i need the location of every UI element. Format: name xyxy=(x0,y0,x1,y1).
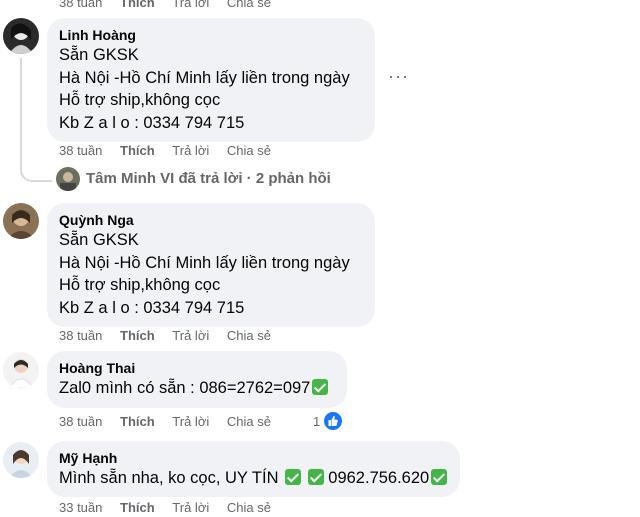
comment-text: Zal0 mình có sẵn : 086=2762=097 xyxy=(59,379,311,397)
comment-bubble: Quỳnh Nga Sẵn GKSK Hà Nội -Hồ Chí Minh l… xyxy=(47,203,375,327)
comment-bubble: Linh Hoàng Sẵn GKSK Hà Nội -Hồ Chí Minh … xyxy=(47,18,375,142)
avatar[interactable] xyxy=(3,352,39,388)
more-options-icon[interactable]: ··· xyxy=(388,66,409,87)
comment-author[interactable]: Hoàng Thai xyxy=(59,359,335,377)
comment-actions: 33 tuần Thích Trả lời Chia sẻ xyxy=(59,499,285,517)
reply-button[interactable]: Trả lời xyxy=(172,499,209,517)
comment-text-line: Sẵn GKSK xyxy=(59,231,139,249)
reaction-count[interactable]: 1 xyxy=(313,414,320,429)
avatar[interactable] xyxy=(3,203,39,239)
comment-text-line: Hỗ trợ ship,không cọc xyxy=(59,276,221,294)
thread-connector xyxy=(20,160,52,182)
like-button[interactable]: Thích xyxy=(120,0,155,12)
comment-author[interactable]: Quỳnh Nga xyxy=(59,211,363,229)
share-button[interactable]: Chia sẻ xyxy=(227,142,271,160)
check-mark-icon xyxy=(431,469,448,485)
comment-actions: 38 tuần Thích Trả lời Chia sẻ xyxy=(59,413,285,431)
avatar[interactable] xyxy=(3,442,39,478)
comment-text-line: Zal0 mình có sẵn : 086=2762=097 xyxy=(59,377,335,400)
reply-button[interactable]: Trả lời xyxy=(172,327,209,345)
comment-time[interactable]: 33 tuần xyxy=(59,499,102,517)
comment-text-line: Kb Z a l o : 0334 794 715 xyxy=(59,298,245,317)
comment-time[interactable]: 38 tuần xyxy=(59,0,102,12)
avatar[interactable] xyxy=(3,18,39,54)
reply-button[interactable]: Trả lời xyxy=(172,0,209,12)
share-button[interactable]: Chia sẻ xyxy=(227,499,271,517)
view-replies-link[interactable]: Tâm Minh VI đã trả lời · 2 phản hồi xyxy=(86,169,331,189)
check-mark-icon xyxy=(307,469,324,485)
share-button[interactable]: Chia sẻ xyxy=(227,413,271,431)
comment-text-line: Hà Nội -Hồ Chí Minh lấy liền trong ngày xyxy=(59,68,350,87)
share-button[interactable]: Chia sẻ xyxy=(227,327,271,345)
comment-actions: 38 tuần Thích Trả lời Chia sẻ xyxy=(59,327,285,345)
like-button[interactable]: Thích xyxy=(120,413,155,431)
comment-text: Mình sẵn nha, ko cọc, UY TÍN xyxy=(59,469,279,487)
comment-actions: 38 tuần Thích Trả lời Chia sẻ xyxy=(59,142,285,160)
check-mark-icon xyxy=(285,469,302,485)
comment-text-line: Sẵn GKSK xyxy=(59,46,139,64)
thread-line xyxy=(20,58,22,170)
comment-time[interactable]: 38 tuần xyxy=(59,327,102,345)
reply-button[interactable]: Trả lời xyxy=(172,413,209,431)
replier-avatar xyxy=(56,167,80,191)
check-mark-icon xyxy=(312,379,329,395)
comment-time[interactable]: 38 tuần xyxy=(59,142,102,160)
comment-text: 0962.756.620 xyxy=(328,469,430,487)
comment-bubble: Mỹ Hạnh Mình sẵn nha, ko cọc, UY TÍN 096… xyxy=(47,441,460,497)
comment-actions-top: 38 tuần Thích Trả lời Chia sẻ xyxy=(59,0,285,12)
like-reaction-icon[interactable] xyxy=(322,410,344,432)
comment-bubble: Hoàng Thai Zal0 mình có sẵn : 086=2762=0… xyxy=(47,351,347,408)
comment-author[interactable]: Linh Hoàng xyxy=(59,26,363,44)
share-button[interactable]: Chia sẻ xyxy=(227,0,271,12)
reply-button[interactable]: Trả lời xyxy=(172,142,209,160)
like-button[interactable]: Thích xyxy=(120,142,155,160)
comment-text-line: Kb Z a l o : 0334 794 715 xyxy=(59,113,245,132)
comment-author[interactable]: Mỹ Hạnh xyxy=(59,449,448,467)
comment-text-line: Hà Nội -Hồ Chí Minh lấy liền trong ngày xyxy=(59,253,350,272)
comment-text-line: Mình sẵn nha, ko cọc, UY TÍN 0962.756.62… xyxy=(59,467,448,490)
comment-text-line: Hỗ trợ ship,không cọc xyxy=(59,91,221,109)
like-button[interactable]: Thích xyxy=(120,327,155,345)
like-button[interactable]: Thích xyxy=(120,499,155,517)
comment-time[interactable]: 38 tuần xyxy=(59,413,102,431)
